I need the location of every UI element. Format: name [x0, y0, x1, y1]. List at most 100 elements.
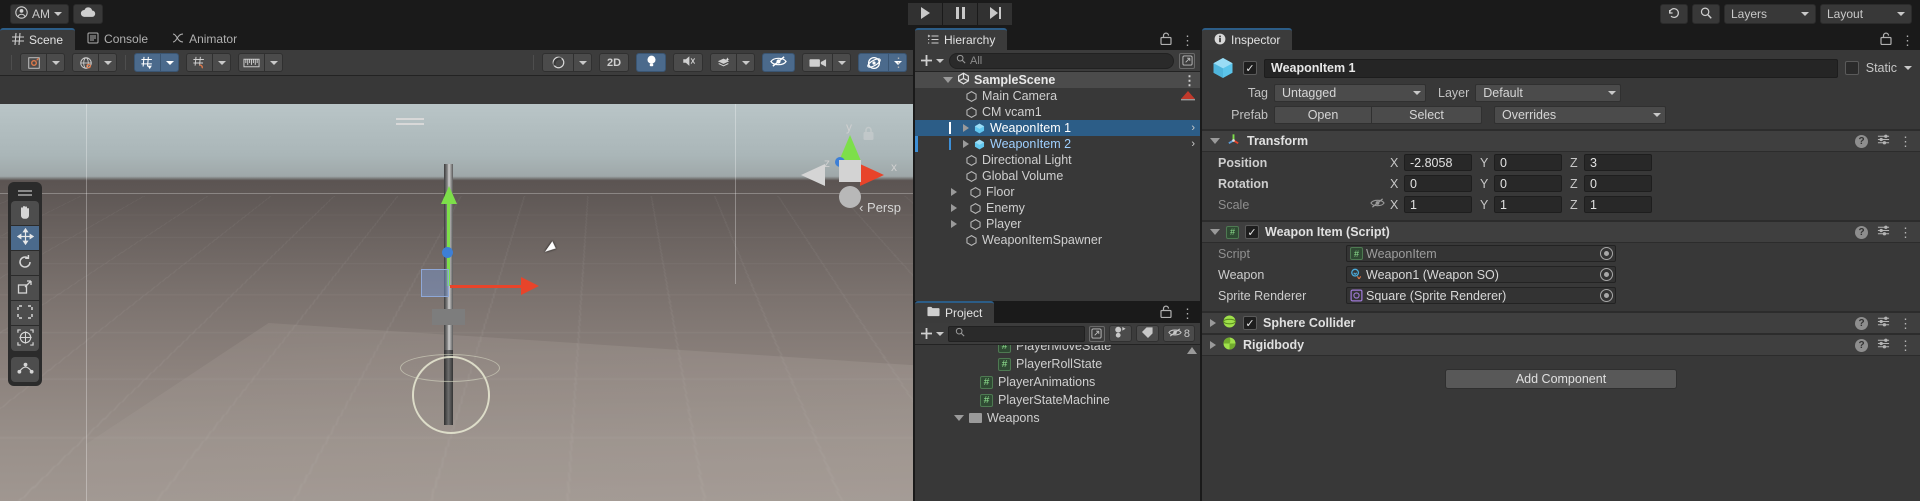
hierarchy-item-weaponitem-2[interactable]: WeaponItem 2 ›	[915, 136, 1200, 152]
tab-scene[interactable]: Scene	[0, 28, 76, 50]
hierarchy-item-weaponitem-1[interactable]: WeaponItem 1 ›	[915, 120, 1200, 136]
hierarchy-add-button[interactable]	[920, 54, 944, 67]
project-expand-icon[interactable]	[1088, 325, 1105, 342]
overlay-drag-handle[interactable]	[18, 190, 32, 192]
tab-inspector[interactable]: Inspector	[1202, 28, 1293, 50]
projection-mode-toggle[interactable]: ‹ Persp	[859, 200, 901, 215]
move-tool-button[interactable]	[11, 226, 39, 251]
expander-right-icon[interactable]	[963, 124, 969, 132]
tag-dropdown[interactable]: Untagged	[1274, 83, 1426, 102]
scene-more-options-icon[interactable]: ⋮	[892, 56, 905, 69]
prefab-select-button[interactable]: Select	[1372, 105, 1482, 124]
object-name-field[interactable]: WeaponItem 1	[1264, 58, 1838, 78]
project-item-weapons[interactable]: Weapons	[915, 409, 1200, 427]
camera-dropdown[interactable]	[833, 53, 851, 72]
gizmo-xy-plane-handle[interactable]	[421, 269, 449, 297]
component-header-weapon-item-script[interactable]: # ✓ Weapon Item (Script) ? ⋮	[1202, 221, 1920, 243]
gizmo-x-handle[interactable]	[521, 277, 539, 295]
prefab-open-button[interactable]: Open	[1274, 105, 1372, 124]
hierarchy-item-global-volume[interactable]: Global Volume	[915, 168, 1200, 184]
expander-right-icon[interactable]	[1210, 319, 1216, 327]
project-item-playerrollstate[interactable]: # PlayerRollState	[915, 355, 1200, 373]
view-gizmo-center-cube[interactable]	[839, 160, 861, 182]
tab-console[interactable]: Console	[75, 28, 160, 50]
help-icon[interactable]: ?	[1855, 338, 1868, 352]
preset-icon[interactable]	[1877, 224, 1890, 240]
viewport-overlay-handle[interactable]	[396, 118, 424, 120]
view-gizmo-negy-ball[interactable]	[839, 186, 861, 208]
position-x-input[interactable]: -2.8058	[1404, 154, 1472, 171]
component-header-rigidbody[interactable]: Rigidbody ? ⋮	[1202, 334, 1920, 356]
expander-right-icon[interactable]	[951, 220, 957, 228]
hierarchy-item-cm-vcam1[interactable]: CM vcam1	[915, 104, 1200, 120]
scale-z-input[interactable]: 1	[1584, 196, 1652, 213]
position-y-input[interactable]: 0	[1494, 154, 1562, 171]
component-more-options-icon[interactable]: ⋮	[1899, 135, 1912, 148]
component-more-options-icon[interactable]: ⋮	[1899, 317, 1912, 330]
scale-tool-button[interactable]	[11, 276, 39, 301]
preset-icon[interactable]	[1877, 133, 1890, 149]
pause-button[interactable]	[943, 3, 977, 25]
object-picker-icon[interactable]	[1600, 268, 1613, 281]
project-item-playeranimations[interactable]: # PlayerAnimations	[915, 373, 1200, 391]
step-button[interactable]	[978, 3, 1012, 25]
lock-icon[interactable]	[1880, 32, 1892, 48]
fx-layers-icon-button[interactable]	[710, 53, 737, 72]
component-header-transform[interactable]: Transform ? ⋮	[1202, 130, 1920, 152]
script-object-field[interactable]: # WeaponItem	[1346, 245, 1616, 262]
hierarchy-item-floor[interactable]: Floor	[915, 184, 1200, 200]
component-more-options-icon[interactable]: ⋮	[1899, 226, 1912, 239]
layer-dropdown[interactable]: Default	[1475, 83, 1622, 102]
rotation-z-input[interactable]: 0	[1584, 175, 1652, 192]
custom-editor-tool-button[interactable]	[11, 357, 39, 382]
help-icon[interactable]: ?	[1855, 316, 1868, 330]
ruler-dropdown[interactable]	[265, 53, 283, 72]
search-button[interactable]	[1692, 4, 1720, 24]
hand-tool-button[interactable]	[11, 201, 39, 226]
camera-icon-button[interactable]	[802, 53, 833, 72]
tab-animator[interactable]: Animator	[160, 28, 249, 50]
object-picker-icon[interactable]	[1600, 247, 1613, 260]
lock-icon[interactable]	[1160, 305, 1172, 321]
hierarchy-item-player[interactable]: Player	[915, 216, 1200, 232]
project-filter-by-type-button[interactable]	[1108, 325, 1132, 342]
component-header-sphere-collider[interactable]: ✓ Sphere Collider ? ⋮	[1202, 312, 1920, 334]
chevron-down-icon[interactable]	[1904, 66, 1912, 70]
grid-paint-dropdown[interactable]	[213, 53, 231, 72]
gizmos-icon-button[interactable]	[858, 53, 889, 72]
object-picker-icon[interactable]	[1600, 289, 1613, 302]
grid-snap-dropdown[interactable]	[161, 53, 179, 72]
scene-visibility-button[interactable]	[762, 53, 795, 72]
transform-tool-button[interactable]	[11, 326, 39, 351]
add-component-button[interactable]: Add Component	[1445, 369, 1677, 389]
project-item-playerstatemachine[interactable]: # PlayerStateMachine	[915, 391, 1200, 409]
shading-sphere-icon-button[interactable]	[542, 53, 574, 72]
global-globe-icon-button[interactable]	[72, 53, 99, 72]
component-enabled-checkbox[interactable]: ✓	[1243, 316, 1257, 330]
expander-down-icon[interactable]	[954, 415, 964, 421]
grid-snap-icon-button[interactable]	[134, 53, 161, 72]
scene-more-options-icon[interactable]: ⋮	[1183, 74, 1196, 87]
prefab-overrides-dropdown[interactable]: Overrides	[1494, 105, 1666, 124]
position-z-input[interactable]: 3	[1584, 154, 1652, 171]
cloud-button[interactable]	[73, 4, 103, 24]
view-gizmo-negx-cone[interactable]	[801, 164, 825, 186]
history-button[interactable]	[1660, 4, 1688, 24]
lock-icon[interactable]	[1160, 32, 1172, 48]
component-more-options-icon[interactable]: ⋮	[1899, 339, 1912, 352]
expander-right-icon[interactable]	[951, 204, 957, 212]
hierarchy-more-options-icon[interactable]: ⋮	[1181, 34, 1194, 47]
hierarchy-item-weaponitemspawner[interactable]: WeaponItemSpawner	[915, 232, 1200, 248]
inspector-more-options-icon[interactable]: ⋮	[1901, 34, 1914, 47]
help-icon[interactable]: ?	[1855, 134, 1868, 148]
hierarchy-item-enemy[interactable]: Enemy	[915, 200, 1200, 216]
project-scroll-up-icon[interactable]	[1187, 347, 1197, 354]
grid-paint-icon-button[interactable]	[186, 53, 213, 72]
weapon-object-field[interactable]: Weapon1 (Weapon SO)	[1346, 266, 1616, 283]
expander-right-icon[interactable]	[951, 188, 957, 196]
layers-dropdown[interactable]: Layers	[1724, 4, 1816, 24]
prefab-open-chevron-icon[interactable]: ›	[1191, 138, 1195, 150]
project-filter-by-label-button[interactable]	[1135, 325, 1159, 342]
gizmo-z-handle[interactable]	[442, 247, 453, 258]
2d-toggle-button[interactable]: 2D	[599, 53, 629, 72]
